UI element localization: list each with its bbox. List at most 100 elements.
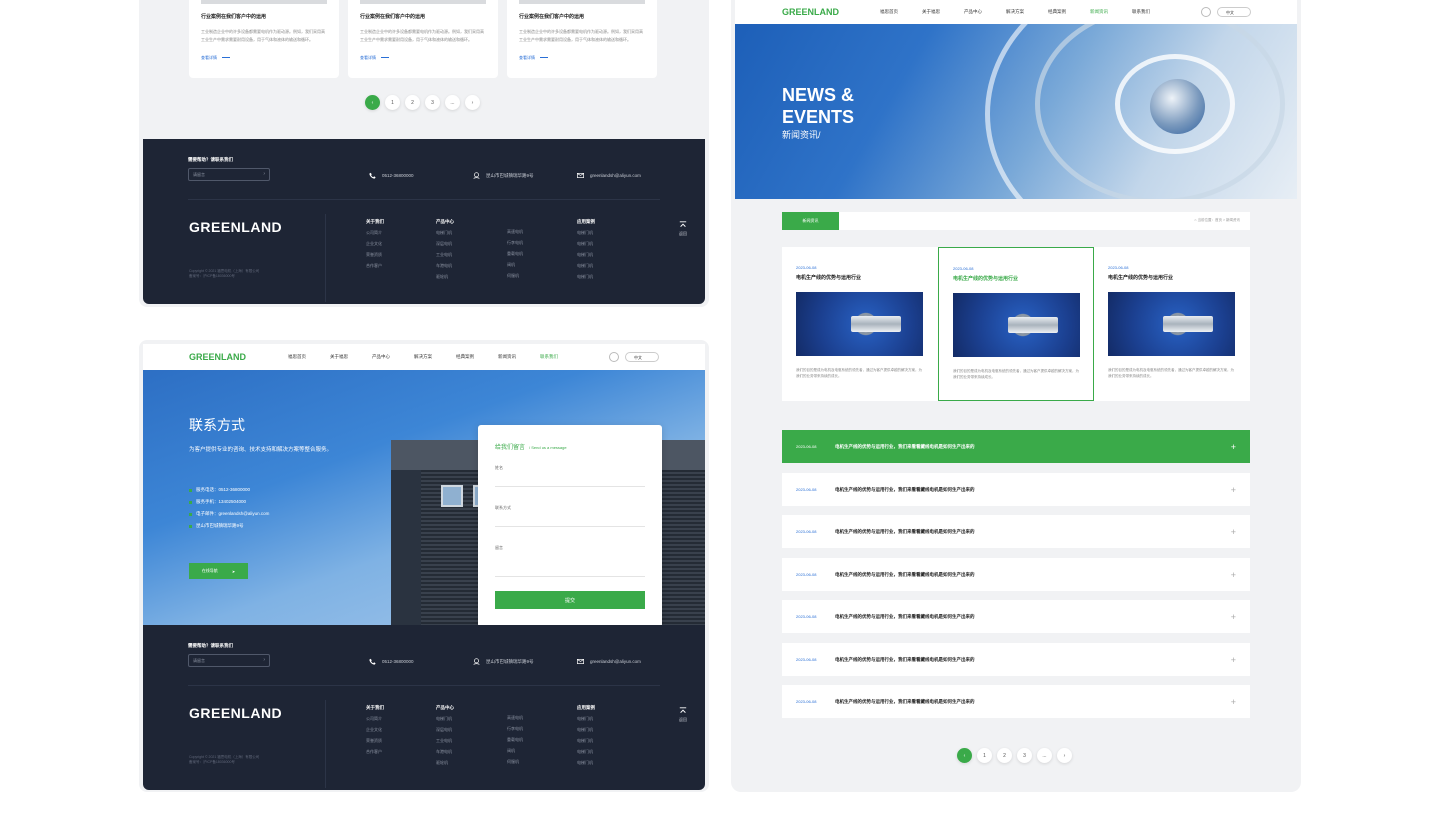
case-card[interactable]: 行业案例在我们客户中的运用 工业制造企业中的许多设备都需要电机作为驱动源。例如，…	[348, 0, 498, 78]
news-row[interactable]: 2023-06-08 电机生产线的优势与运用行业，我们来看看藏线电机是如何生产出来…	[782, 600, 1250, 633]
name-field[interactable]: 姓名	[495, 465, 645, 487]
news-row[interactable]: 2023-06-08 电机生产线的优势与运用行业，我们来看看藏线电机是如何生产出来…	[782, 515, 1250, 548]
footer-link[interactable]: 电梯门机	[577, 738, 595, 749]
page-next[interactable]: ›	[465, 95, 480, 110]
footer-link[interactable]: 电梯门机	[577, 230, 595, 241]
footer-link[interactable]: 高速电机	[507, 715, 523, 726]
footer-link[interactable]: 高速电机	[507, 229, 523, 240]
plus-icon[interactable]: +	[1231, 442, 1236, 452]
news-row[interactable]: 2023-06-08 电机生产线的优势与运用行业，我们来看看藏线电机是如何生产出来…	[782, 643, 1250, 676]
site-logo[interactable]: GREENLAND	[782, 7, 839, 17]
footer-link[interactable]: 荣誉资质	[366, 252, 384, 263]
page-3[interactable]: 3	[425, 95, 440, 110]
language-select[interactable]: 中文	[625, 352, 659, 362]
back-to-top[interactable]: 返回	[679, 221, 687, 237]
page-next[interactable]: ›	[1057, 748, 1072, 763]
nav-solutions[interactable]: 解决方案	[1006, 9, 1048, 15]
footer-link[interactable]: 电梯门机	[577, 749, 595, 760]
footer-link[interactable]: 驱轮机	[436, 274, 454, 285]
news-row[interactable]: 2023-06-08 电机生产线的优势与运用行业，我们来看看藏线电机是如何生产出来…	[782, 473, 1250, 506]
submit-button[interactable]: 提交	[495, 591, 645, 609]
nav-products[interactable]: 产品中心	[372, 354, 414, 360]
footer-link[interactable]: 深层电机	[436, 241, 454, 252]
footer-link[interactable]: 重载电机	[507, 251, 523, 262]
footer-link[interactable]: 工业电机	[436, 738, 454, 749]
navigate-button[interactable]: 在线导航 ➤	[189, 563, 248, 579]
news-card[interactable]: 2023-06-08 电机生产线的优势与运用行业 我们的目的是成为电机及电驱系统…	[782, 247, 938, 401]
plus-icon[interactable]: +	[1231, 485, 1236, 495]
plus-icon[interactable]: +	[1231, 697, 1236, 707]
footer-message-input[interactable]: 请留言 ›	[188, 654, 270, 667]
plus-icon[interactable]: +	[1231, 612, 1236, 622]
footer-link[interactable]: 企业文化	[366, 241, 384, 252]
read-more-link[interactable]: 查看详情	[519, 55, 548, 61]
language-select[interactable]: 中文	[1217, 7, 1251, 17]
footer-logo[interactable]: GREENLAND	[189, 705, 282, 721]
chevron-right-icon[interactable]: ›	[263, 171, 265, 177]
chevron-right-icon[interactable]: ›	[263, 657, 265, 663]
footer-link[interactable]: 荣誉资质	[366, 738, 384, 749]
footer-link[interactable]: 电梯门机	[577, 716, 595, 727]
page-prev[interactable]: ‹	[365, 95, 380, 110]
footer-link[interactable]: 合作客户	[366, 263, 384, 274]
nav-contact[interactable]: 联系我们	[540, 354, 582, 360]
news-row[interactable]: 2023-06-08 电机生产线的优势与运用行业，我们来看看藏线电机是如何生产出来…	[782, 685, 1250, 718]
footer-link[interactable]: 车港电机	[436, 263, 454, 274]
tab-news[interactable]: 新闻资讯	[782, 212, 839, 230]
footer-link[interactable]: 伺服机	[507, 273, 523, 284]
message-field[interactable]: 留言	[495, 545, 645, 577]
case-card[interactable]: 行业案例在我们客户中的运用 工业制造企业中的许多设备都需要电机作为驱动源。例如，…	[189, 0, 339, 78]
nav-cases[interactable]: 经典案例	[1048, 9, 1090, 15]
search-icon[interactable]	[1201, 7, 1211, 17]
page-ellipsis[interactable]: ...	[1037, 748, 1052, 763]
page-3[interactable]: 3	[1017, 748, 1032, 763]
footer-link[interactable]: 伺服机	[507, 759, 523, 770]
footer-link[interactable]: 企业文化	[366, 727, 384, 738]
footer-link[interactable]: 电梯门机	[436, 716, 454, 727]
nav-news[interactable]: 新闻资讯	[498, 354, 540, 360]
news-row[interactable]: 2023-06-08 电机生产线的优势与运用行业，我们来看看藏线电机是如何生产出来…	[782, 430, 1250, 463]
search-icon[interactable]	[609, 352, 619, 362]
page-1[interactable]: 1	[977, 748, 992, 763]
footer-link[interactable]: 工业电机	[436, 252, 454, 263]
page-1[interactable]: 1	[385, 95, 400, 110]
footer-link[interactable]: 行李电机	[507, 726, 523, 737]
footer-link[interactable]: 公司简介	[366, 716, 384, 727]
nav-news[interactable]: 新闻资讯	[1090, 9, 1132, 15]
nav-home[interactable]: 福思首页	[288, 354, 330, 360]
footer-link[interactable]: 电梯门机	[577, 252, 595, 263]
case-card[interactable]: 行业案例在我们客户中的运用 工业制造企业中的许多设备都需要电机作为驱动源。例如，…	[507, 0, 657, 78]
footer-link[interactable]: 电梯门机	[577, 241, 595, 252]
news-card[interactable]: 2023-06-08 电机生产线的优势与运用行业 我们的目的是成为电机及电驱系统…	[938, 247, 1094, 401]
footer-link[interactable]: 电梯门机	[577, 274, 595, 285]
nav-solutions[interactable]: 解决方案	[414, 354, 456, 360]
plus-icon[interactable]: +	[1231, 527, 1236, 537]
read-more-link[interactable]: 查看详情	[360, 55, 389, 61]
plus-icon[interactable]: +	[1231, 655, 1236, 665]
footer-link[interactable]: 重载电机	[507, 737, 523, 748]
footer-link[interactable]: 阀机	[507, 262, 523, 273]
contact-field[interactable]: 联系方式	[495, 505, 645, 527]
page-2[interactable]: 2	[405, 95, 420, 110]
nav-about[interactable]: 关于福思	[922, 9, 964, 15]
footer-link[interactable]: 深层电机	[436, 727, 454, 738]
footer-link[interactable]: 电梯门机	[436, 230, 454, 241]
footer-message-input[interactable]: 请留言 ›	[188, 168, 270, 181]
footer-link[interactable]: 电梯门机	[577, 760, 595, 771]
nav-products[interactable]: 产品中心	[964, 9, 1006, 15]
nav-home[interactable]: 福思首页	[880, 9, 922, 15]
footer-link[interactable]: 公司简介	[366, 230, 384, 241]
read-more-link[interactable]: 查看详情	[201, 55, 230, 61]
nav-about[interactable]: 关于福思	[330, 354, 372, 360]
footer-link[interactable]: 合作客户	[366, 749, 384, 760]
plus-icon[interactable]: +	[1231, 570, 1236, 580]
footer-link[interactable]: 电梯门机	[577, 727, 595, 738]
nav-contact[interactable]: 联系我们	[1132, 9, 1174, 15]
footer-link[interactable]: 阀机	[507, 748, 523, 759]
news-card[interactable]: 2023-06-08 电机生产线的优势与运用行业 我们的目的是成为电机及电驱系统…	[1094, 247, 1250, 401]
footer-link[interactable]: 行李电机	[507, 240, 523, 251]
footer-link[interactable]: 电梯门机	[577, 263, 595, 274]
page-2[interactable]: 2	[997, 748, 1012, 763]
page-prev[interactable]: ‹	[957, 748, 972, 763]
page-ellipsis[interactable]: ...	[445, 95, 460, 110]
